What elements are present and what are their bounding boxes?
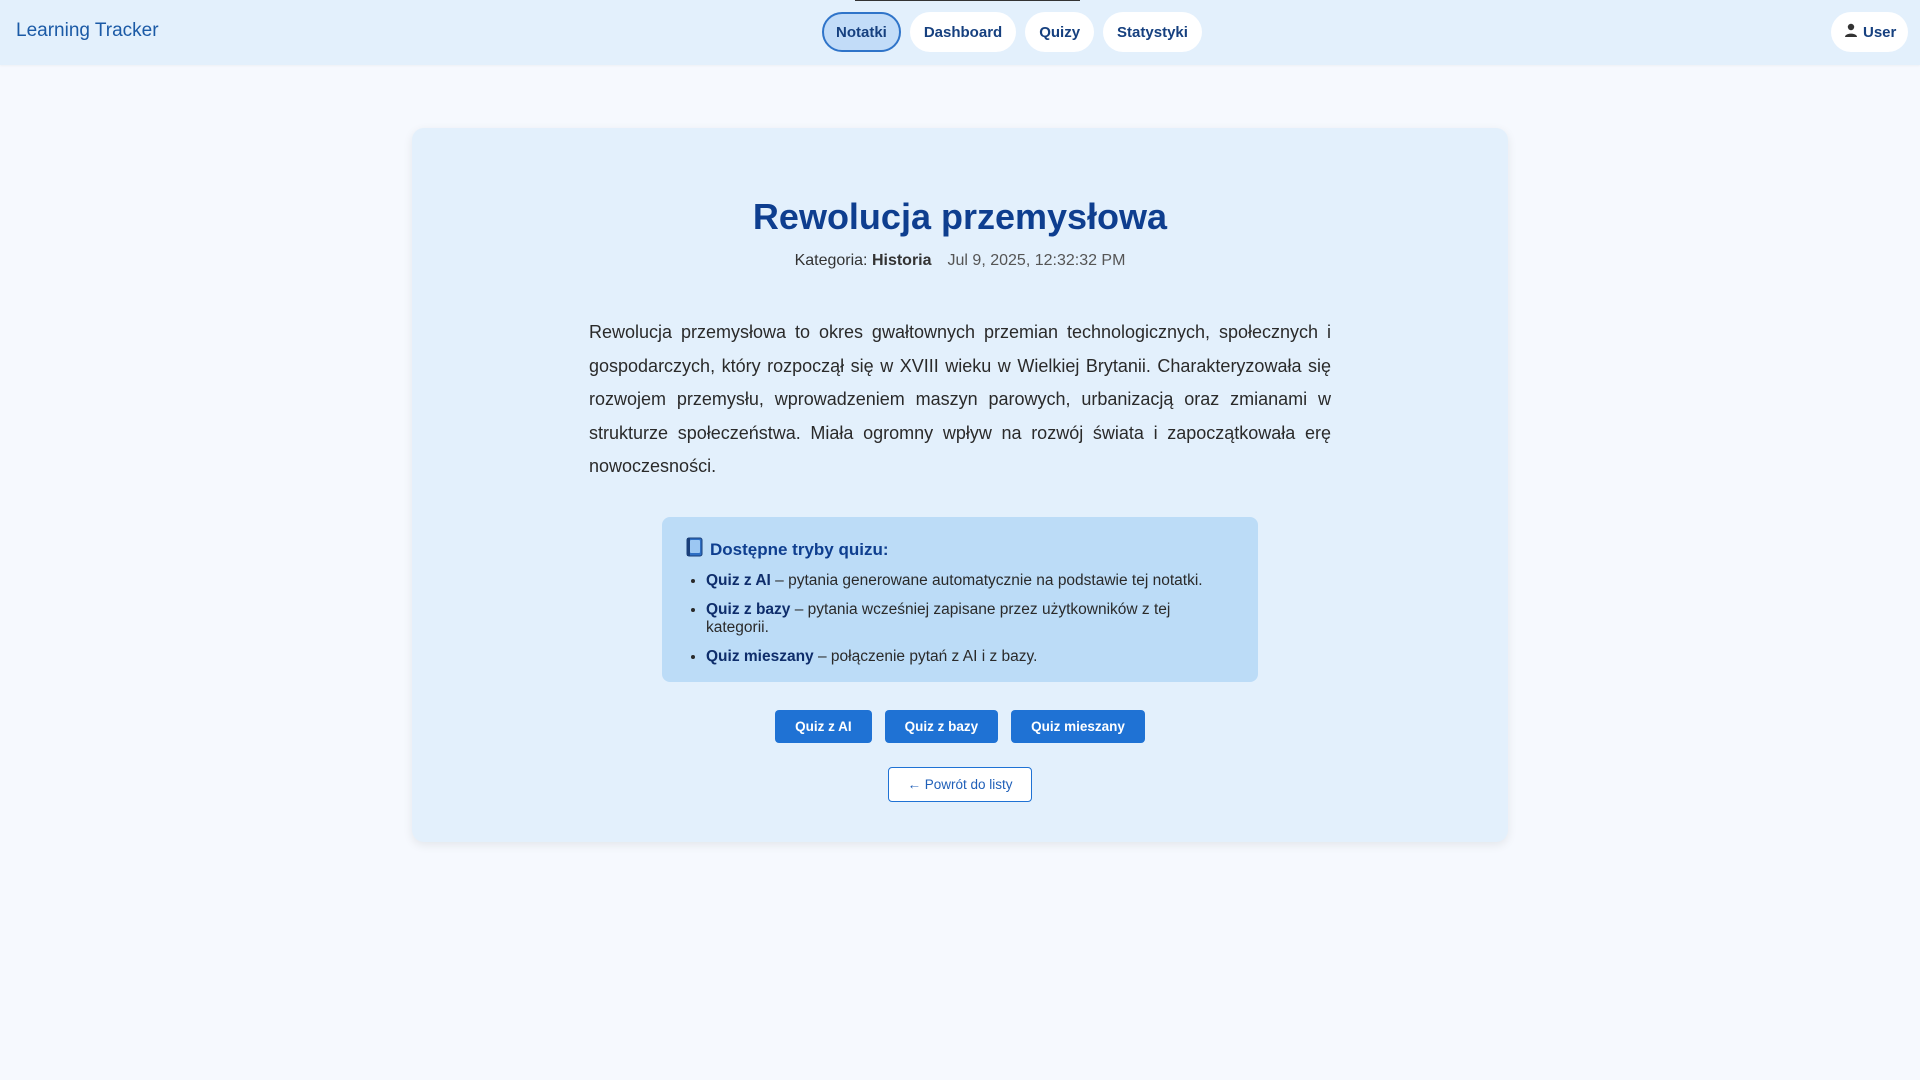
brand-logo[interactable]: Learning Tracker [16,20,159,42]
note-title: Rewolucja przemysłowa [752,196,1168,237]
user-label: User [1863,23,1897,41]
note-meta: Kategoria: Historia Jul 9, 2025, 12:32:3… [412,252,1508,270]
nav-tabs: Notatki Dashboard Quizy Statystyki [822,12,1202,52]
quiz-modes-list: Quiz z AI – pytania generowane automatyc… [686,572,1234,666]
list-item: Quiz z AI – pytania generowane automatyc… [706,572,1234,590]
category-label: Kategoria: [794,252,868,269]
tab-statystyki[interactable]: Statystyki [1103,12,1202,52]
tab-dashboard[interactable]: Dashboard [909,12,1017,52]
quiz-ai-button[interactable]: Quiz z AI [775,710,872,743]
note-content: Rewolucja przemysłowa to okres gwałtowny… [589,322,1331,476]
tab-quizy[interactable]: Quizy [1025,12,1095,52]
quiz-modes-title-text: Dostępne tryby quizu: [710,539,889,559]
category-value: Historia [871,252,932,269]
quiz-buttons: Quiz z AI Quiz z bazy Quiz mieszany [412,710,1508,743]
back-to-list-button[interactable]: ← Powrót do listy [888,767,1032,802]
quiz-modes-info: Dostępne tryby quizu: Quiz z AI – pytani… [662,517,1258,682]
quiz-modes-title: Dostępne tryby quizu: [686,537,1234,562]
user-icon [1843,22,1859,42]
tab-notatki[interactable]: Notatki [822,12,901,52]
book-icon [686,537,704,562]
note-timestamp: Jul 9, 2025, 12:32:32 PM [947,252,1126,269]
note-category: Kategoria: Historia [795,252,932,270]
user-menu-button[interactable]: User [1831,12,1909,52]
quiz-mixed-button[interactable]: Quiz mieszany [1011,710,1145,743]
list-item: Quiz z bazy – pytania wcześniej zapisane… [706,601,1234,637]
top-divider [855,0,1080,1]
note-card: Rewolucja przemysłowa Kategoria: Histori… [412,128,1508,842]
top-navbar: Learning Tracker Notatki Dashboard Quizy… [0,0,1920,65]
quiz-db-button[interactable]: Quiz z bazy [884,710,999,743]
list-item: Quiz mieszany – połączenie pytań z AI i … [706,648,1234,666]
